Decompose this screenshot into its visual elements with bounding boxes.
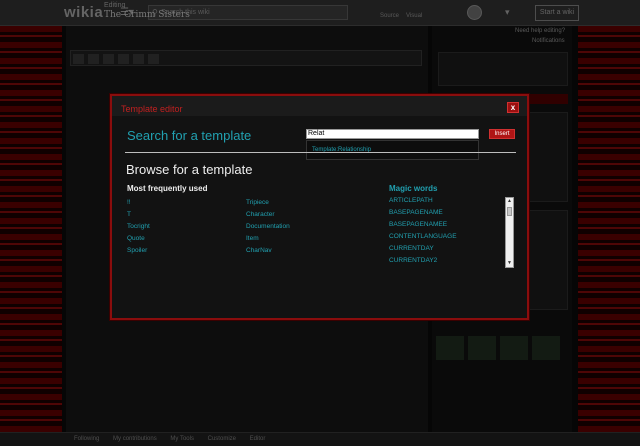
search-template-heading: Search for a template: [127, 128, 252, 143]
page: wikia ☰▾ ⚲ Search this wiki ▾ Start a wi…: [0, 0, 640, 446]
magic-words-heading: Magic words: [389, 184, 438, 193]
browse-template-heading: Browse for a template: [126, 162, 253, 177]
frequent-column-2: Tripiece Character Documentation Item Ch…: [246, 199, 290, 259]
template-link[interactable]: Spoiler: [127, 247, 150, 259]
divider: [125, 152, 516, 153]
magic-word-item[interactable]: ARTICLEPATH: [389, 197, 516, 209]
template-link[interactable]: CharNav: [246, 247, 290, 259]
scroll-up-icon[interactable]: ▲: [506, 198, 513, 205]
scroll-thumb[interactable]: [507, 207, 512, 216]
template-link[interactable]: T: [127, 211, 150, 223]
magic-words-scrollbar[interactable]: ▲ ▼: [505, 197, 514, 268]
magic-word-item[interactable]: CURRENTDAY: [389, 245, 516, 257]
template-link[interactable]: Quote: [127, 235, 150, 247]
scroll-down-icon[interactable]: ▼: [506, 260, 513, 267]
magic-word-item[interactable]: CONTENTLANGUAGE: [389, 233, 516, 245]
most-frequent-heading: Most frequently used: [127, 184, 208, 193]
modal-title: Template editor: [121, 104, 183, 114]
magic-words-list[interactable]: ARTICLEPATH BASEPAGENAME BASEPAGENAMEE C…: [389, 197, 516, 269]
template-search-input[interactable]: Relat: [306, 129, 479, 139]
magic-word-item[interactable]: BASEPAGENAME: [389, 209, 516, 221]
magic-word-item[interactable]: BASEPAGENAMEE: [389, 221, 516, 233]
magic-word-item[interactable]: CURRENTDAY2: [389, 257, 516, 269]
template-link[interactable]: Tripiece: [246, 199, 290, 211]
template-link[interactable]: Documentation: [246, 223, 290, 235]
suggestion-dropdown: Template:Relationship: [306, 140, 479, 160]
template-link[interactable]: Character: [246, 211, 290, 223]
frequent-column-1: !! T Tocright Quote Spoiler: [127, 199, 150, 259]
close-button[interactable]: x: [507, 102, 519, 113]
template-editor-modal: Template editor x Search for a template …: [110, 94, 529, 320]
insert-button[interactable]: Insert: [489, 129, 515, 139]
template-link[interactable]: Item: [246, 235, 290, 247]
template-link[interactable]: Tocright: [127, 223, 150, 235]
template-link[interactable]: !!: [127, 199, 150, 211]
